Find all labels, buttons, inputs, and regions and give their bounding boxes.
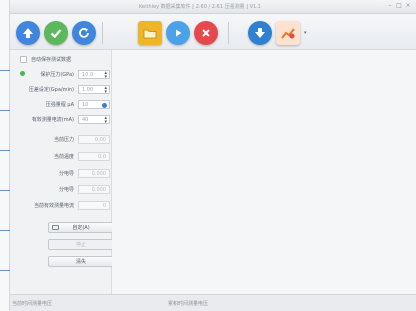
measure-current-spinbox[interactable]: 40 ▴ ▾: [78, 114, 110, 124]
current-measure-row: 当前有效测量电流 0: [14, 200, 110, 210]
desktop-line: [0, 150, 10, 151]
monitor-icon: [52, 225, 59, 230]
protect-pressure-row: 保护压力(GPa) 10.0 ▴ ▾: [14, 69, 110, 79]
check-icon[interactable]: [44, 21, 68, 45]
status-right: 累积时间测量电压: [168, 301, 209, 307]
refresh-icon[interactable]: [72, 21, 96, 45]
stop-button[interactable]: 停止: [48, 239, 114, 250]
desktop-edge: [0, 0, 10, 311]
auto-save-checkbox[interactable]: [20, 56, 27, 63]
resistance-label: 分电导: [58, 186, 74, 193]
play-icon[interactable]: [166, 21, 190, 45]
status-dot: [20, 71, 25, 76]
desktop-line: [0, 190, 10, 191]
clear-button[interactable]: 清失: [48, 256, 114, 267]
settings-panel: 自动保存测试数据 保护压力(GPa) 10.0 ▴ ▾ 压差设定(Gpa/min)…: [10, 50, 114, 294]
current-pressure-row: 当前压力 0.00: [14, 134, 110, 144]
auto-save-row[interactable]: 自动保存测试数据: [20, 56, 71, 63]
voltage-row: 分电导 0.000: [14, 168, 110, 178]
current-temp-readout: 0.0: [78, 151, 110, 161]
current-measure-label: 当前有效测量电流: [33, 202, 74, 209]
stop-icon[interactable]: [194, 21, 218, 45]
dropdown-icon[interactable]: [102, 102, 107, 108]
title-bar: Keithley 数据采集软件 [ 2.60 / 2.61 压强测量 ] V1.…: [10, 0, 416, 14]
current-measure-readout: 0: [78, 200, 110, 210]
toolbar: ▾: [10, 14, 416, 50]
dwell-time-spinbox[interactable]: 1.00 ▴ ▾: [78, 84, 110, 94]
voltage-label: 分电导: [58, 170, 74, 177]
pressure-unit-combo[interactable]: 10: [78, 99, 110, 109]
resistance-row: 分电导 0.000: [14, 184, 110, 194]
minimize-icon[interactable]: –: [386, 3, 394, 9]
pressure-unit-label: 压强量程 μA: [45, 101, 74, 108]
desktop-line: [0, 110, 10, 111]
voltage-readout: 0.000: [78, 168, 110, 178]
toolbar-separator: [228, 22, 229, 44]
arrow-up-icon[interactable]: [16, 21, 40, 45]
window-title: Keithley 数据采集软件 [ 2.60 / 2.61 压强测量 ] V1.…: [139, 4, 261, 10]
protect-pressure-spinbox[interactable]: 10.0 ▴ ▾: [78, 69, 110, 79]
measure-current-label: 有效测量电流(mA): [31, 116, 74, 123]
spin-arrows-icon[interactable]: ▴ ▾: [104, 85, 107, 94]
close-icon[interactable]: ×: [404, 3, 412, 9]
arrow-down-icon[interactable]: [248, 21, 272, 45]
spin-arrows-icon[interactable]: ▴ ▾: [104, 115, 107, 124]
current-pressure-readout: 0.00: [78, 134, 110, 144]
auto-save-label: 自动保存测试数据: [31, 57, 72, 63]
desktop-line: [0, 270, 10, 271]
status-left: 当前时间测量电压: [12, 301, 53, 307]
measure-current-row: 有效测量电流(mA) 40 ▴ ▾: [14, 114, 110, 124]
app-window: Keithley 数据采集软件 [ 2.60 / 2.61 压强测量 ] V1.…: [0, 0, 416, 311]
folder-icon[interactable]: [138, 21, 162, 45]
pressure-unit-row: 压强量程 μA 10: [14, 99, 110, 109]
current-pressure-label: 当前压力: [53, 136, 74, 143]
protect-pressure-label: 保护压力(GPa): [40, 71, 74, 78]
chevron-down-icon[interactable]: ▾: [304, 30, 307, 36]
desktop-line: [0, 230, 10, 231]
resistance-readout: 0.000: [78, 184, 110, 194]
current-temp-row: 当前温度 0.0: [14, 151, 110, 161]
dwell-time-label: 压差设定(Gpa/min): [28, 86, 74, 93]
chart-icon[interactable]: [276, 21, 300, 45]
maximize-icon[interactable]: □: [395, 3, 403, 9]
spin-arrows-icon[interactable]: ▴ ▾: [104, 70, 107, 79]
current-temp-label: 当前温度: [53, 153, 74, 160]
toolbar-separator: [102, 22, 103, 44]
dwell-time-row: 压差设定(Gpa/min) 1.00 ▴ ▾: [14, 84, 110, 94]
start-button[interactable]: 自定(A): [48, 222, 114, 233]
plot-area: [112, 50, 416, 294]
status-bar: 当前时间测量电压 累积时间测量电压: [10, 294, 416, 311]
desktop-line: [0, 70, 10, 71]
